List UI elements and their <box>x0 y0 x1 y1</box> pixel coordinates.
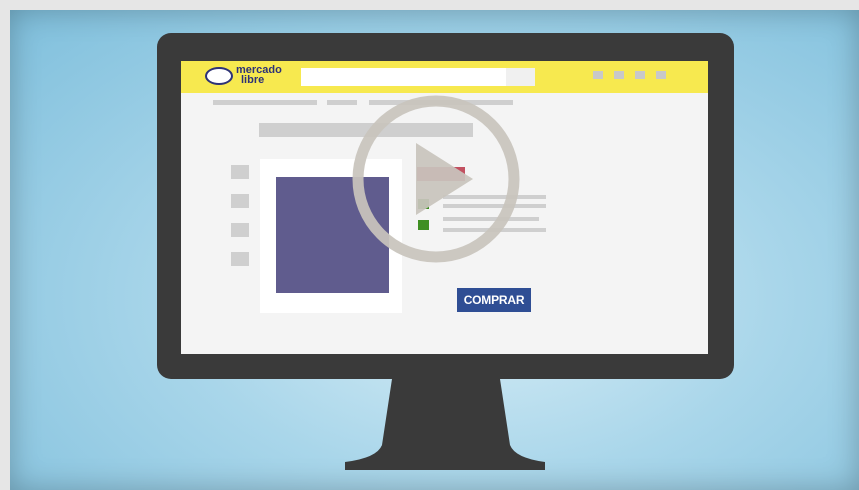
thumbnail-1[interactable] <box>231 165 249 179</box>
thumbnail-2[interactable] <box>231 194 249 208</box>
site-header: mercado libre <box>181 61 708 93</box>
nav-item-2[interactable] <box>614 71 624 79</box>
monitor-stand-shape <box>345 379 545 470</box>
breadcrumb-1[interactable] <box>213 100 317 105</box>
nav-item-1[interactable] <box>593 71 603 79</box>
logo-text: mercado libre <box>236 65 282 86</box>
search-button[interactable] <box>506 68 535 86</box>
thumbnail-3[interactable] <box>231 223 249 237</box>
nav-item-4[interactable] <box>656 71 666 79</box>
nav-item-3[interactable] <box>635 71 645 79</box>
handshake-icon <box>205 67 233 85</box>
comprar-button[interactable]: COMPRAR <box>457 288 531 312</box>
video-thumbnail[interactable]: mercado libre COMPRAR <box>0 0 859 490</box>
mercadolibre-logo: mercado libre <box>205 65 295 89</box>
play-icon[interactable] <box>350 93 522 265</box>
search-input[interactable] <box>301 68 535 86</box>
logo-line2: libre <box>241 74 265 86</box>
thumbnail-4[interactable] <box>231 252 249 266</box>
